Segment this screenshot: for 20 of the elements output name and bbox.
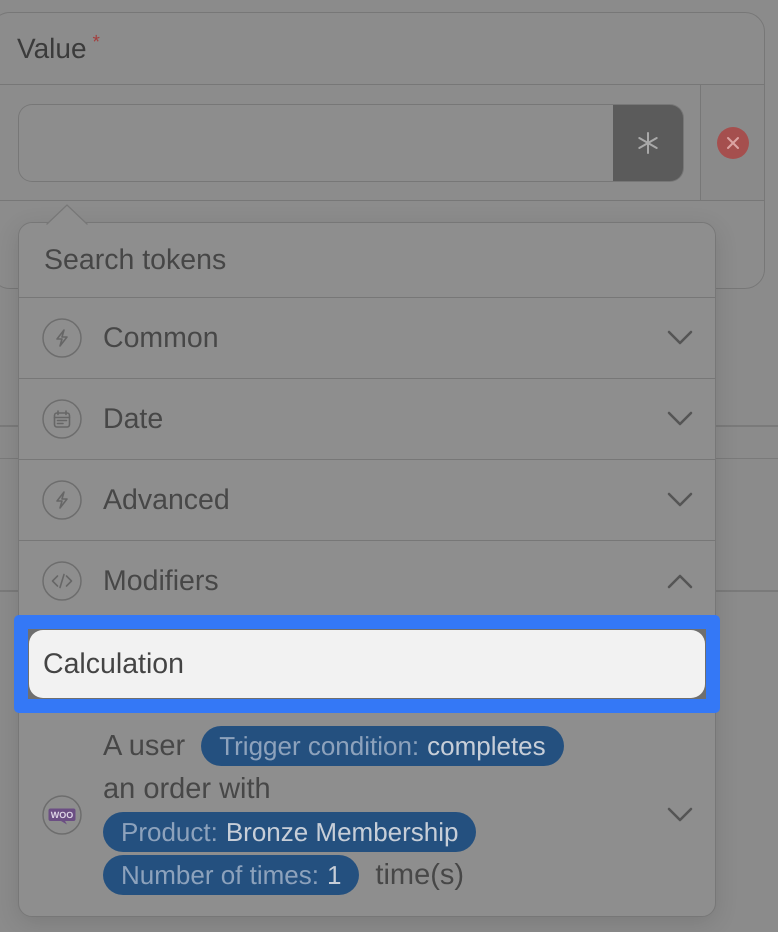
calendar-icon bbox=[42, 399, 82, 439]
woo-logo: WOO bbox=[42, 794, 82, 834]
sentence-text: time(s) bbox=[375, 858, 464, 893]
code-icon bbox=[42, 561, 82, 601]
modifier-item[interactable]: Calculation bbox=[29, 630, 705, 698]
section-header[interactable]: Date bbox=[19, 379, 715, 460]
token-pill: Number of times: 1 bbox=[103, 855, 360, 895]
value-label: Value bbox=[17, 34, 87, 62]
chevron-down-icon[interactable] bbox=[667, 806, 693, 822]
section-header[interactable]: Advanced bbox=[19, 460, 715, 541]
bolt-icon bbox=[42, 318, 82, 358]
sentence-text: an order with bbox=[103, 772, 271, 807]
bolt-icon bbox=[42, 480, 82, 520]
remove-button[interactable] bbox=[716, 126, 748, 158]
token-pill: Product: Bronze Membership bbox=[103, 812, 476, 852]
sentence-text: A user bbox=[103, 729, 186, 764]
required-mark: * bbox=[92, 33, 100, 52]
close-icon bbox=[716, 126, 748, 158]
section-header[interactable]: Common bbox=[19, 298, 715, 379]
token-pill: Trigger condition: completes bbox=[201, 726, 564, 766]
